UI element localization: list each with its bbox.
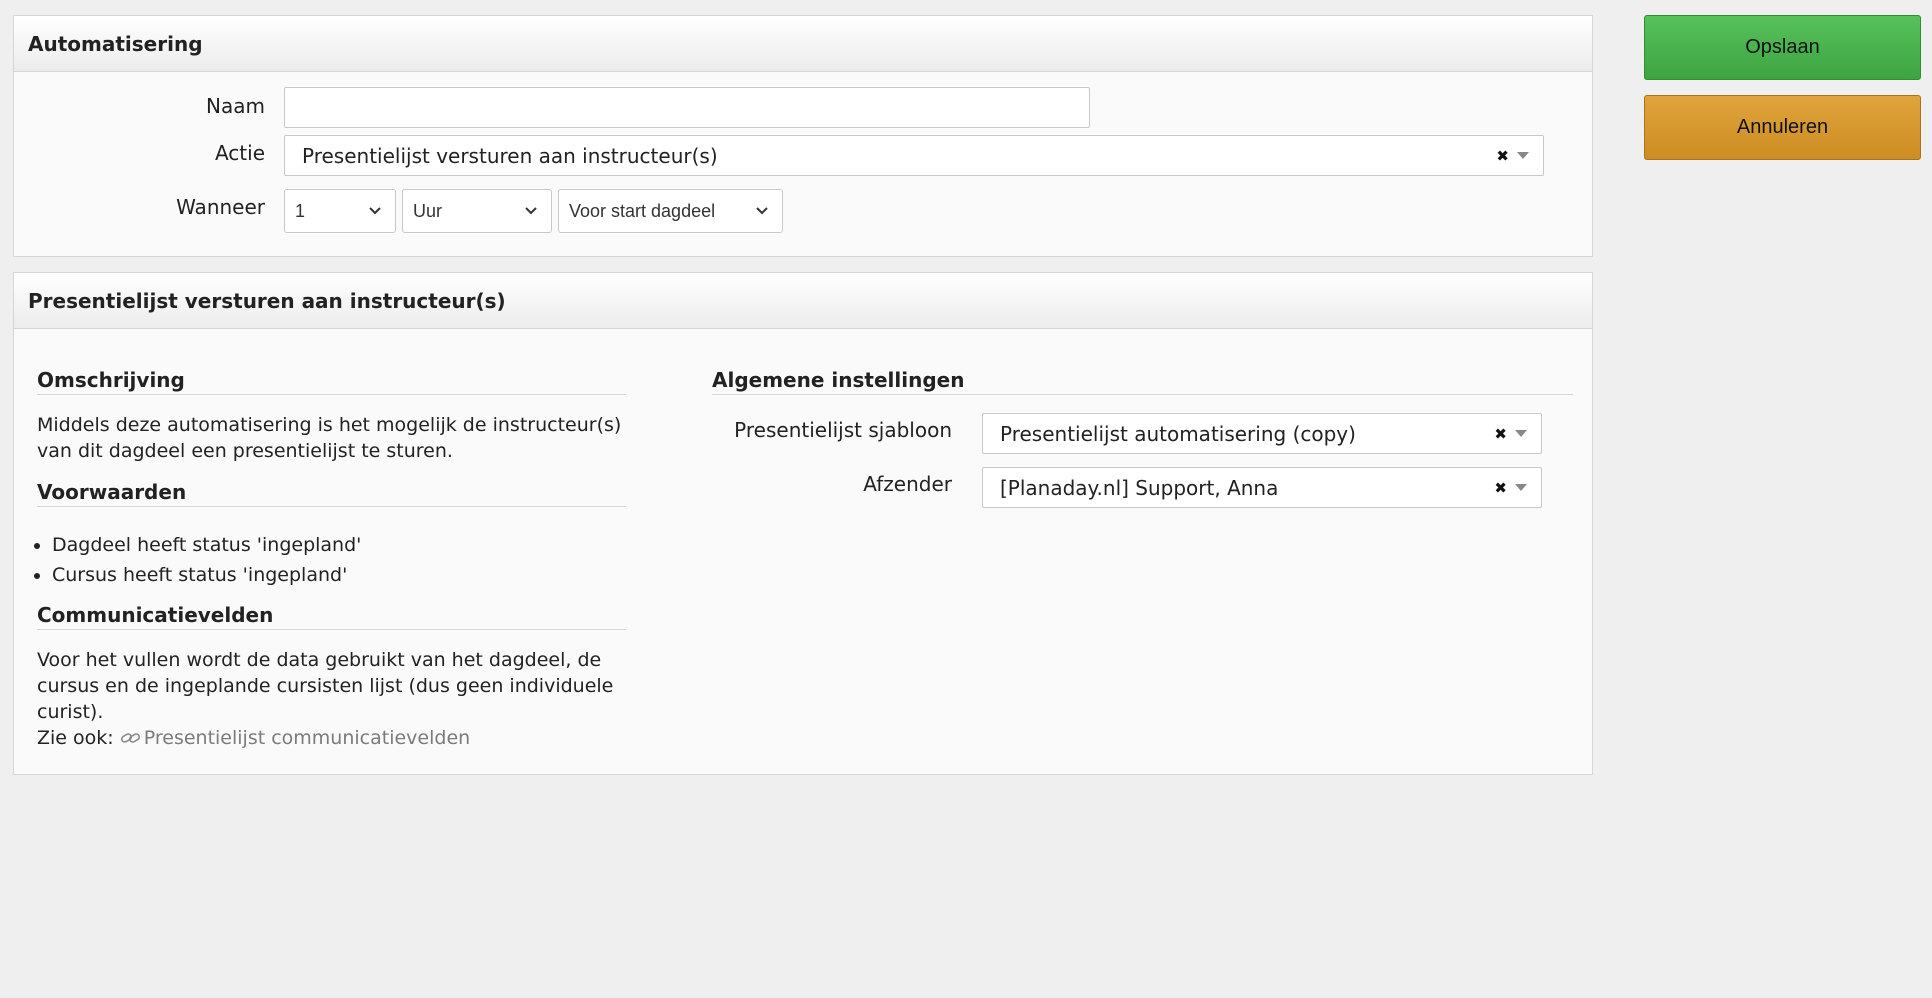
general-settings-title: Algemene instellingen <box>712 368 1573 395</box>
description-text: Middels deze automatisering is het mogel… <box>37 414 622 462</box>
cancel-button[interactable]: Annuleren <box>1644 95 1921 160</box>
sender-label: Afzender <box>863 472 952 496</box>
chevron-down-icon <box>525 207 537 215</box>
chevron-down-icon <box>1517 152 1529 159</box>
list-item: Dagdeel heeft status 'ingepland' <box>52 530 361 560</box>
save-button[interactable]: Opslaan <box>1644 15 1921 80</box>
when-moment-value: Voor start dagdeel <box>569 200 716 221</box>
action-select[interactable]: Presentielijst versturen aan instructeur… <box>284 135 1544 176</box>
panel-title: Automatisering <box>14 16 1592 72</box>
action-label: Actie <box>214 141 265 165</box>
close-icon[interactable]: ✖ <box>1496 147 1509 165</box>
template-select[interactable]: Presentielijst automatisering (copy) ✖ <box>982 413 1542 454</box>
template-label: Presentielijst sjabloon <box>734 418 952 442</box>
template-select-value: Presentielijst automatisering (copy) <box>1000 421 1356 446</box>
sender-select-value: [Planaday.nl] Support, Anna <box>1000 475 1279 500</box>
automation-panel: Automatisering Naam Actie Presentielijst… <box>13 15 1593 257</box>
when-moment-select[interactable]: Voor start dagdeel <box>558 189 783 233</box>
when-label: Wanneer <box>176 195 265 219</box>
communication-fields-link[interactable]: Presentielijst communicatievelden <box>120 727 470 749</box>
action-detail-panel: Presentielijst versturen aan instructeur… <box>13 272 1593 775</box>
action-select-value: Presentielijst versturen aan instructeur… <box>302 143 718 168</box>
conditions-title: Voorwaarden <box>37 480 626 507</box>
close-icon[interactable]: ✖ <box>1494 479 1507 497</box>
chevron-down-icon <box>369 207 381 215</box>
communication-fields-text: Voor het vullen wordt de data gebruikt v… <box>37 649 614 723</box>
conditions-list: Dagdeel heeft status 'ingepland' Cursus … <box>14 530 361 590</box>
link-icon <box>120 733 140 743</box>
list-item: Cursus heeft status 'ingepland' <box>52 560 361 590</box>
name-input[interactable] <box>284 87 1090 128</box>
sender-select[interactable]: [Planaday.nl] Support, Anna ✖ <box>982 467 1542 508</box>
communication-fields-title: Communicatievelden <box>37 603 626 630</box>
when-unit-value: Uur <box>413 200 443 221</box>
when-unit-select[interactable]: Uur <box>402 189 552 233</box>
when-amount-select[interactable]: 1 <box>284 189 396 233</box>
chevron-down-icon <box>756 207 768 215</box>
when-amount-value: 1 <box>295 200 306 221</box>
communication-fields-link-text: Presentielijst communicatievelden <box>143 727 471 749</box>
close-icon[interactable]: ✖ <box>1494 425 1507 443</box>
description-title: Omschrijving <box>37 368 626 395</box>
see-also: Zie ook: Presentielijst communicatieveld… <box>37 725 627 751</box>
panel-title: Presentielijst versturen aan instructeur… <box>14 273 1592 329</box>
see-also-label: Zie ook: <box>37 727 114 749</box>
name-label: Naam <box>206 94 265 118</box>
chevron-down-icon <box>1515 430 1527 437</box>
chevron-down-icon <box>1515 484 1527 491</box>
